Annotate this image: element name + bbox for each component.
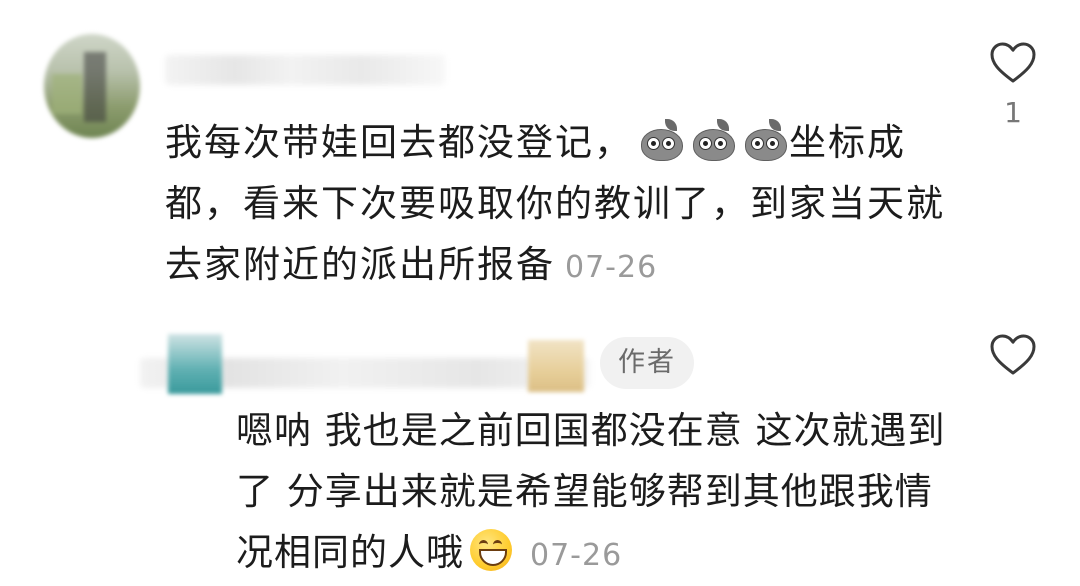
rock-face-emoji-icon <box>691 119 735 161</box>
heart-icon <box>990 334 1036 375</box>
comment-text-part1: 我每次带娃回去都没登记， <box>165 121 633 164</box>
commenter-username-blurred[interactable] <box>165 55 445 85</box>
reply-like-button[interactable] <box>990 334 1036 376</box>
like-count: 1 <box>1004 96 1022 129</box>
rock-face-emoji-icon <box>743 119 787 161</box>
reply-username-blurred-part <box>528 340 584 392</box>
commenter-avatar[interactable] <box>44 34 140 138</box>
like-button[interactable] <box>990 42 1036 84</box>
comment-date: 07-26 <box>565 250 658 285</box>
heart-icon <box>990 42 1036 83</box>
rock-face-emoji-icon <box>639 119 683 161</box>
grinning-face-emoji-icon <box>470 529 512 571</box>
author-badge: 作者 <box>600 337 694 389</box>
reply-text: 嗯呐 我也是之前回国都没在意 这次就遇到了 分享出来就是希望能够帮到其他跟我情况… <box>236 400 966 586</box>
comment-text: 我每次带娃回去都没登记， 坐标成都，看来下次要吸取你的教训了，到家当天就去家附近… <box>165 112 955 298</box>
reply-date: 07-26 <box>530 538 623 573</box>
reply-username-blurred-part <box>168 334 222 394</box>
